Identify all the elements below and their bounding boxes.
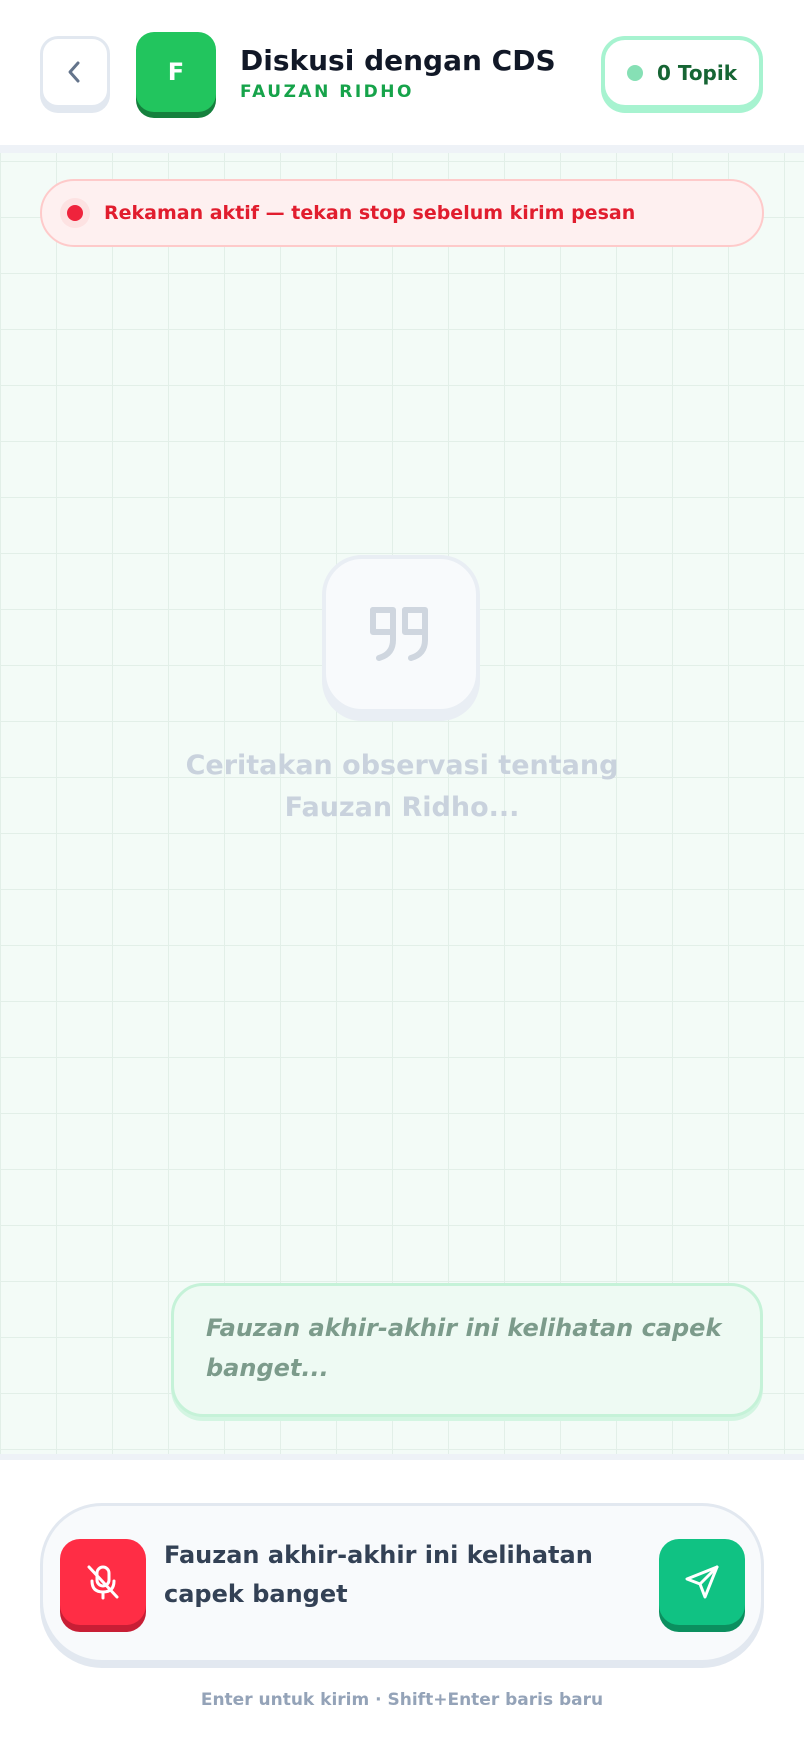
avatar: F	[136, 32, 216, 112]
recording-banner-text: Rekaman aktif — tekan stop sebelum kirim…	[104, 202, 636, 224]
mic-off-icon	[87, 1565, 119, 1600]
composer-box: Fauzan akhir-akhir ini kelihatan capek b…	[40, 1503, 764, 1663]
recording-banner: Rekaman aktif — tekan stop sebelum kirim…	[40, 179, 764, 247]
quote-icon	[370, 607, 428, 661]
empty-state-icon-box	[322, 555, 480, 713]
composer-area: Fauzan akhir-akhir ini kelihatan capek b…	[0, 1460, 804, 1748]
student-name: FAUZAN RIDHO	[240, 82, 414, 102]
send-icon	[685, 1565, 719, 1599]
keyboard-hint: Enter untuk kirim · Shift+Enter baris ba…	[200, 1690, 604, 1710]
topic-count-label: 0 Topik	[656, 60, 738, 85]
empty-state-text: Ceritakan observasi tentang Fauzan Ridho…	[185, 750, 619, 823]
chat-canvas: Rekaman aktif — tekan stop sebelum kirim…	[0, 145, 804, 1460]
transcript-preview-bubble: Fauzan akhir-akhir ini kelihatan capek b…	[171, 1283, 763, 1417]
stop-recording-button[interactable]	[60, 1539, 146, 1625]
transcript-preview-text: Fauzan akhir-akhir ini kelihatan capek b…	[206, 1314, 722, 1382]
back-button[interactable]	[40, 36, 110, 108]
message-input[interactable]: Fauzan akhir-akhir ini kelihatan capek b…	[164, 1536, 624, 1636]
status-dot-icon	[626, 64, 643, 81]
chevron-left-icon	[68, 61, 80, 83]
chat-header: F Diskusi dengan CDS FAUZAN RIDHO 0 Topi…	[0, 0, 804, 145]
send-button[interactable]	[659, 1539, 745, 1625]
avatar-initial: F	[167, 58, 185, 86]
page-title: Diskusi dengan CDS	[240, 44, 556, 77]
recording-dot-icon	[60, 198, 90, 228]
topic-count-badge[interactable]: 0 Topik	[601, 36, 763, 109]
